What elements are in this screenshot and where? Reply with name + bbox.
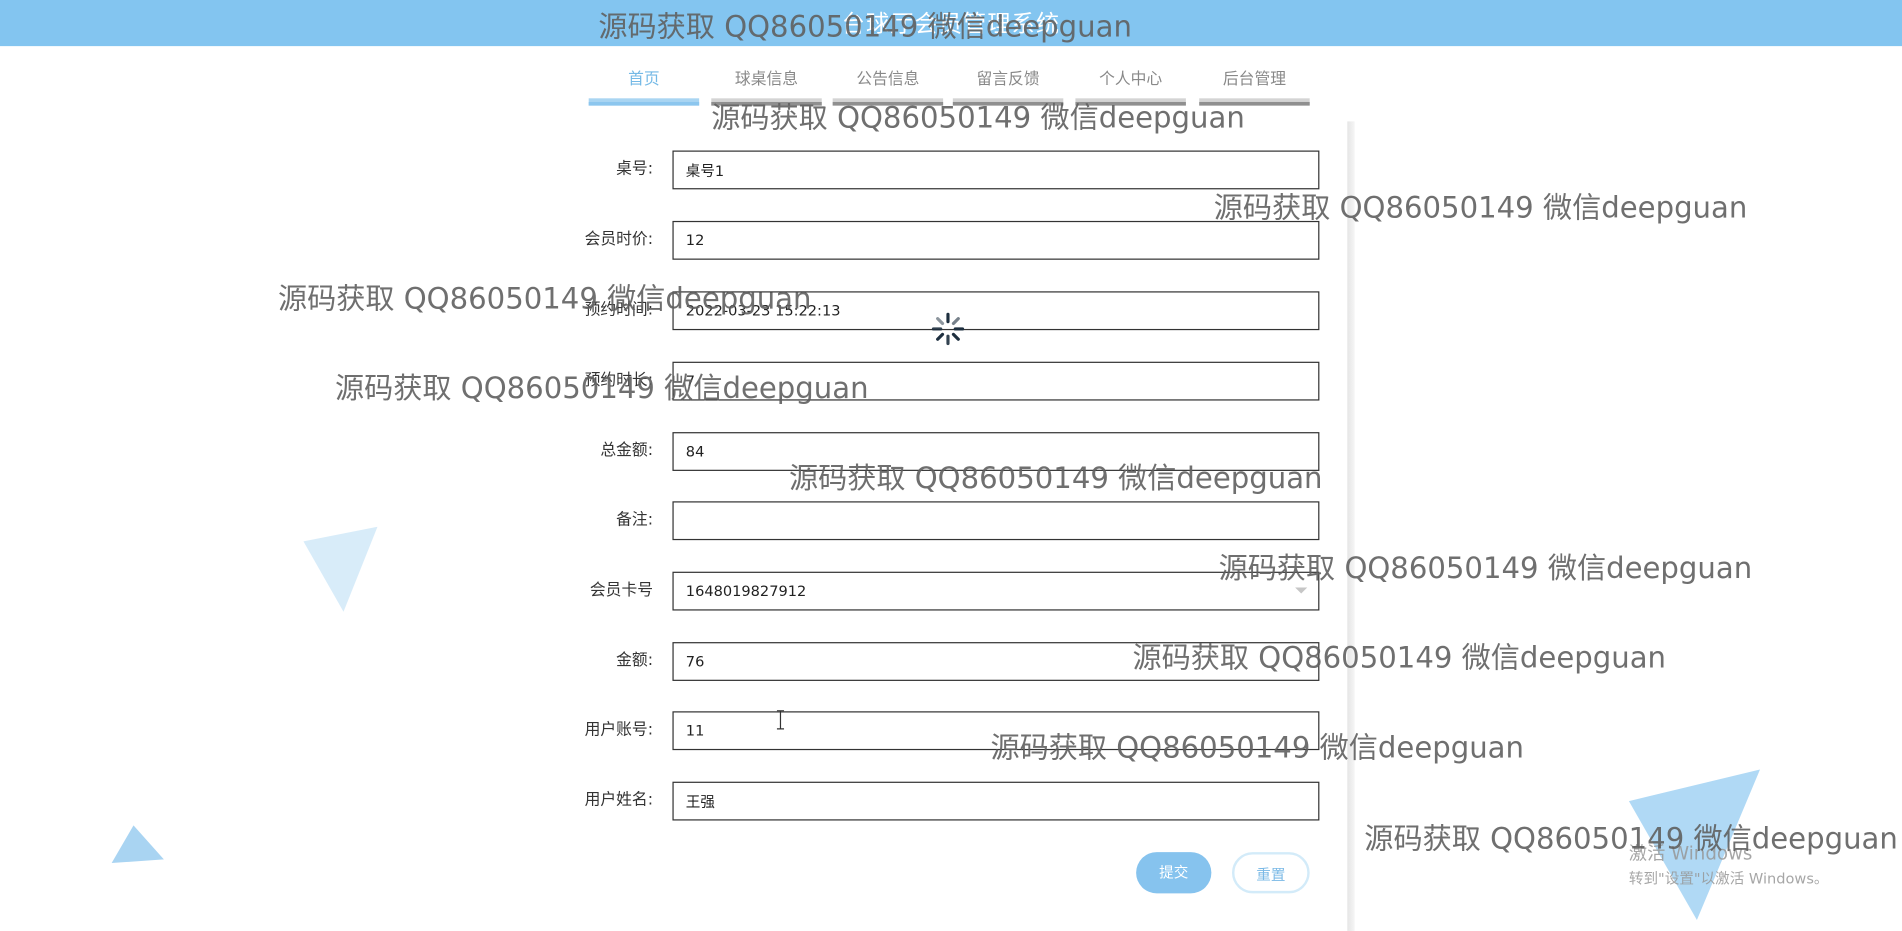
windows-activation-notice: 激活 Windows 转到"设置"以激活 Windows。: [1629, 840, 1829, 889]
windows-activation-title: 激活 Windows: [1628, 842, 1753, 865]
form-row-member-price: 会员时价:: [522, 220, 1323, 260]
reset-button[interactable]: 重置: [1232, 852, 1310, 894]
tab-profile[interactable]: 个人中心: [1075, 68, 1186, 109]
form-row-booking-time: 预约时间:: [522, 291, 1323, 331]
total-amount-field[interactable]: [672, 432, 1320, 471]
windows-activation-hint: 转到"设置"以激活 Windows。: [1628, 870, 1829, 888]
tab-admin-label: 后台管理: [1222, 70, 1287, 89]
user-name-field[interactable]: [672, 781, 1320, 821]
form-row-table-no: 桌号:: [522, 150, 1323, 190]
booking-duration-label: 预约时长:: [584, 371, 654, 390]
remark-label: 备注:: [616, 511, 654, 530]
chevron-down-icon[interactable]: [1295, 587, 1308, 594]
form-row-total-amount: 总金额:: [522, 432, 1323, 471]
tab-profile-label: 个人中心: [1099, 70, 1163, 89]
tab-notices-label: 公告信息: [856, 70, 920, 89]
user-account-field[interactable]: [672, 711, 1320, 751]
submit-button[interactable]: 提交: [1136, 852, 1212, 894]
loading-spinner-icon: [931, 312, 965, 346]
content-divider: [1347, 121, 1355, 931]
text-cursor-icon: [776, 710, 785, 730]
form-row-amount: 金额:: [522, 642, 1323, 681]
tab-notices[interactable]: 公告信息: [832, 68, 944, 109]
tab-home-indicator: [588, 98, 700, 106]
page: 台球厅会员管理系统 首页 球桌信息 公告信息 留言反馈 个人中心 后台管理 桌号…: [0, 0, 1902, 931]
amount-field[interactable]: [672, 642, 1320, 681]
tab-notices-indicator: [832, 98, 944, 106]
remark-field[interactable]: [672, 501, 1320, 541]
tab-home-label: 首页: [628, 70, 660, 89]
member-card-select[interactable]: [672, 571, 1320, 611]
booking-duration-field[interactable]: [672, 361, 1320, 401]
form-row-remark: 备注:: [522, 501, 1323, 541]
booking-time-field[interactable]: [672, 291, 1320, 331]
amount-label: 金额:: [616, 651, 654, 671]
tab-tables[interactable]: 球桌信息: [711, 68, 822, 109]
decorative-triangle: [303, 526, 378, 612]
tab-tables-label: 球桌信息: [734, 70, 799, 89]
total-amount-label: 总金额:: [600, 441, 654, 461]
tab-feedback[interactable]: 留言反馈: [952, 68, 1064, 109]
member-card-label: 会员卡号: [589, 581, 654, 600]
member-price-field[interactable]: [672, 220, 1320, 260]
table-no-field[interactable]: [672, 150, 1320, 190]
form-row-booking-duration: 预约时长:: [522, 361, 1323, 401]
tab-feedback-indicator: [952, 98, 1064, 106]
member-price-label: 会员时价:: [584, 230, 654, 249]
tab-profile-indicator: [1075, 98, 1186, 106]
tab-tables-indicator: [711, 98, 822, 106]
table-no-label: 桌号:: [616, 160, 654, 179]
form-row-user-name: 用户姓名:: [522, 781, 1323, 821]
form-row-member-card: 会员卡号: [522, 571, 1323, 611]
tab-admin[interactable]: 后台管理: [1199, 68, 1310, 109]
user-account-label: 用户账号:: [584, 720, 654, 740]
form-row-user-account: 用户账号:: [522, 711, 1323, 751]
tab-admin-indicator: [1199, 98, 1310, 106]
decorative-triangle: [111, 825, 164, 864]
watermark-text: 源码获取 QQ86050149 微信deepguan: [1213, 190, 1748, 225]
tab-feedback-label: 留言反馈: [976, 70, 1040, 89]
site-title: 台球厅会员管理系统: [841, 10, 1061, 38]
booking-time-label: 预约时间:: [584, 301, 654, 320]
tab-home[interactable]: 首页: [588, 68, 700, 109]
user-name-label: 用户姓名:: [584, 791, 654, 810]
